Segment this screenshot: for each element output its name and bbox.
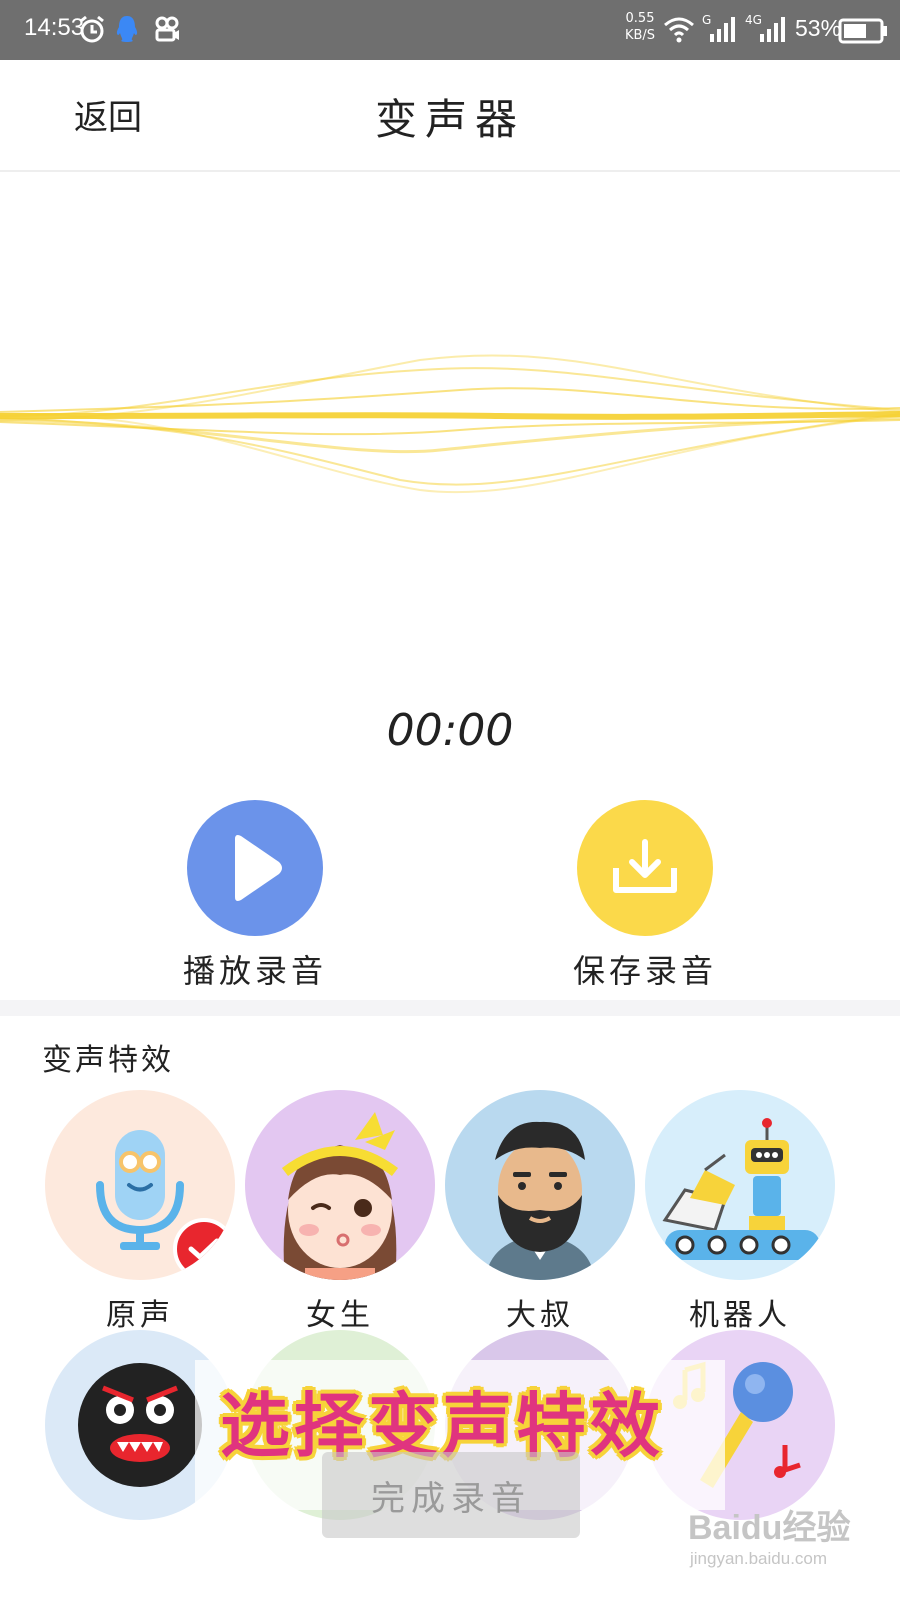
network-speed-unit: KB/S — [624, 28, 656, 43]
signal-1-icon — [710, 17, 735, 42]
voice-changer-screen: 14:53 0.55 KB/S G 4G 53% 返回 变声器 00:00 播放… — [0, 0, 900, 1600]
network-speed-value: 0.55 — [625, 11, 655, 26]
wifi-icon — [664, 17, 694, 43]
signal-2-icon — [760, 17, 785, 42]
girl-avatar — [245, 1090, 435, 1280]
battery-icon — [838, 18, 887, 44]
effect-original[interactable]: 原声 — [40, 1090, 240, 1334]
watermark-url: jingyan.baidu.com — [690, 1549, 828, 1568]
bearded-man-icon — [485, 1121, 595, 1280]
save-button[interactable] — [577, 800, 713, 936]
microphone-avatar — [45, 1090, 235, 1280]
alarm-icon — [80, 15, 104, 43]
robot-icon — [662, 1118, 820, 1260]
selected-check-icon — [173, 1218, 235, 1280]
finish-recording-button[interactable]: 完成录音 — [322, 1452, 580, 1538]
network-speed: 0.55 KB/S — [620, 10, 660, 44]
recording-timer: 00:00 — [386, 705, 514, 756]
status-time: 14:53 — [24, 14, 85, 41]
save-recording-label: 保存录音 — [572, 952, 717, 990]
effect-label: 机器人 — [689, 1298, 791, 1333]
girl-face-icon — [281, 1112, 399, 1280]
effect-label: 大叔 — [506, 1298, 574, 1333]
save-recording-action: 保存录音 — [560, 800, 730, 992]
page-title: 变声器 — [374, 95, 525, 144]
play-recording-label: 播放录音 — [182, 952, 327, 990]
effect-label: 原声 — [106, 1298, 174, 1333]
effect-uncle[interactable]: 大叔 — [440, 1090, 640, 1334]
battery-percent: 53% — [795, 15, 842, 41]
baidu-logo: Baidu经验 — [688, 1509, 851, 1547]
status-bar: 14:53 0.55 KB/S G 4G 53% — [0, 0, 900, 60]
play-icon — [235, 835, 282, 901]
qq-icon — [116, 16, 138, 42]
video-app-icon — [155, 16, 179, 42]
effect-girl[interactable]: 女生 — [240, 1090, 440, 1334]
app-header: 返回 变声器 — [0, 60, 900, 172]
section-divider — [0, 1000, 900, 1016]
robot-avatar — [645, 1090, 835, 1280]
effects-section-title: 变声特效 — [42, 1043, 174, 1078]
effect-robot[interactable]: 机器人 — [640, 1090, 840, 1334]
audio-waveform — [0, 354, 900, 494]
baidu-watermark: Baidu经验 jingyan.baidu.com — [688, 1500, 888, 1569]
download-icon — [613, 839, 677, 893]
play-button[interactable] — [187, 800, 323, 936]
uncle-avatar — [445, 1090, 635, 1280]
effect-label: 女生 — [306, 1298, 374, 1333]
play-recording-action: 播放录音 — [170, 800, 340, 992]
